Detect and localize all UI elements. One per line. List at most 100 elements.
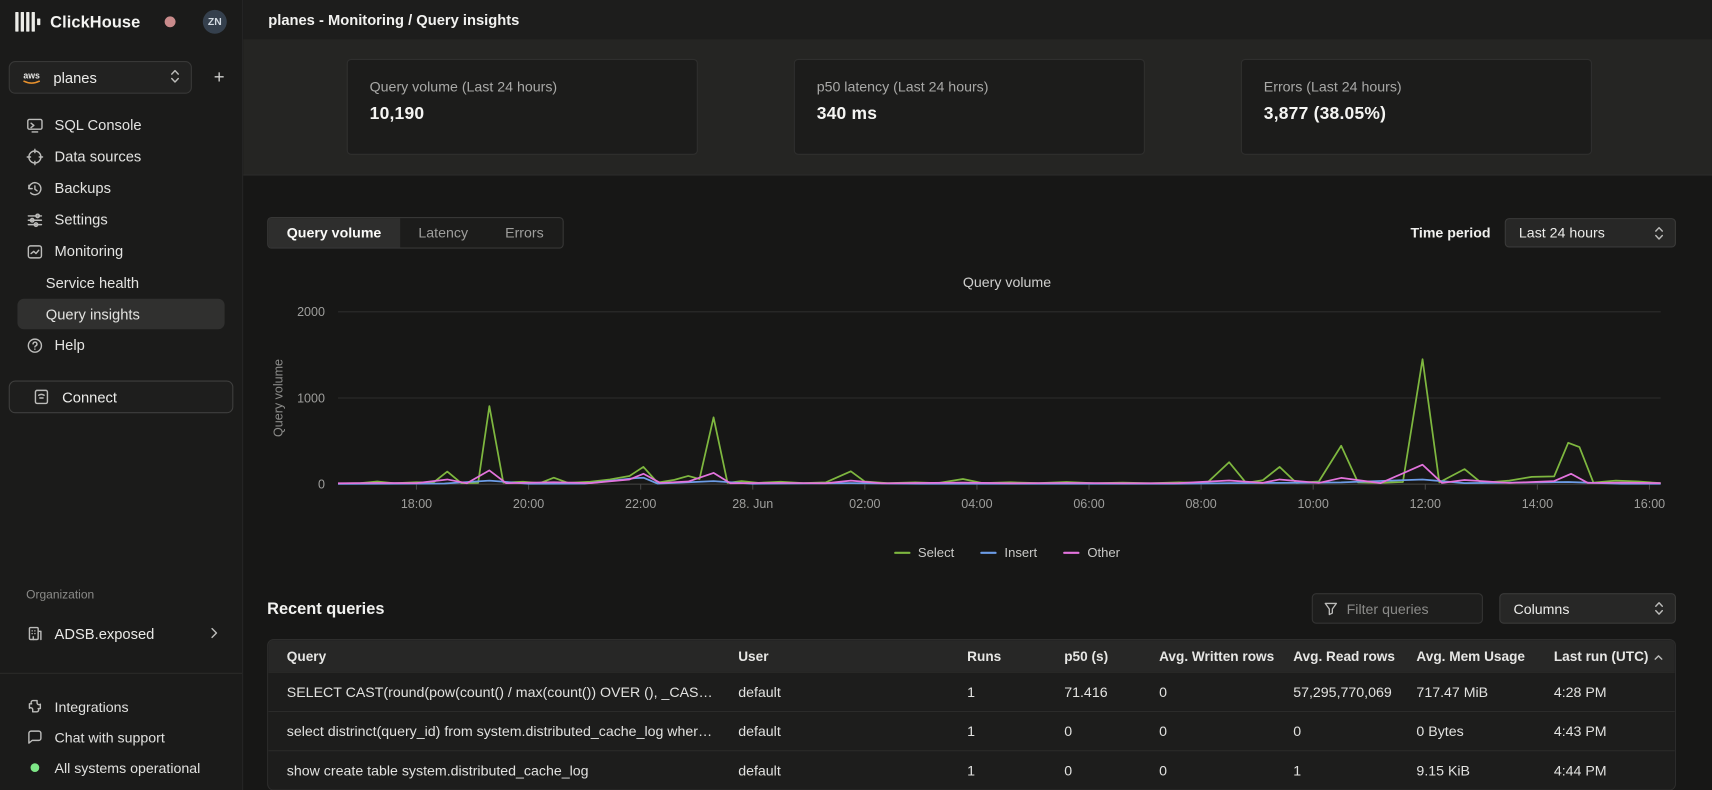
x-tick-label: 08:00 xyxy=(1185,497,1216,511)
topbar: planes - Monitoring / Query insights xyxy=(243,0,1712,39)
cell-last-run: 4:43 PM xyxy=(1535,723,1675,739)
help-icon xyxy=(26,336,43,353)
cell-avg-read-rows: 57,295,770,069 xyxy=(1275,684,1398,700)
chevron-updown-icon xyxy=(1643,601,1664,616)
footer-item-label: All systems operational xyxy=(55,759,201,775)
recent-queries-header: Recent queries Columns xyxy=(267,593,1676,624)
time-period-select[interactable]: Last 24 hours xyxy=(1505,218,1676,247)
filter-queries-input[interactable] xyxy=(1347,600,1471,616)
sidebar-item-label: Data sources xyxy=(55,148,142,164)
stat-label: Query volume (Last 24 hours) xyxy=(370,79,675,95)
chevron-updown-icon xyxy=(170,68,180,87)
organization-heading: Organization xyxy=(0,589,242,602)
sidebar-item-data-sources[interactable]: Data sources xyxy=(0,141,242,173)
sidebar-item-settings[interactable]: Settings xyxy=(0,204,242,236)
filter-queries-input-wrap[interactable] xyxy=(1312,593,1483,624)
x-tick-label: 06:00 xyxy=(1073,497,1104,511)
table-header-row: Query User Runs p50 (s) Avg. Written row… xyxy=(268,640,1675,672)
x-tick-label: 18:00 xyxy=(401,497,432,511)
stat-value: 10,190 xyxy=(370,105,675,125)
x-tick-label: 20:00 xyxy=(513,497,544,511)
sidebar-item-system-status[interactable]: All systems operational xyxy=(0,752,242,783)
sidebar-item-service-health[interactable]: Service health xyxy=(0,267,242,299)
recent-queries-title: Recent queries xyxy=(267,599,384,618)
y-tick-label: 1000 xyxy=(297,391,325,405)
organization-name: ADSB.exposed xyxy=(55,625,155,641)
sidebar-nav: SQL Console Data sources Backups Setting… xyxy=(0,109,242,361)
chart-controls-row: Query volume Latency Errors Time period … xyxy=(267,217,1676,249)
time-period-value: Last 24 hours xyxy=(1519,225,1605,241)
x-tick-label: 12:00 xyxy=(1410,497,1441,511)
time-period-control: Time period Last 24 hours xyxy=(1410,218,1675,247)
tab-errors[interactable]: Errors xyxy=(487,218,563,247)
avatar[interactable]: ZN xyxy=(203,10,227,34)
backups-icon xyxy=(26,179,43,196)
breadcrumb: planes - Monitoring / Query insights xyxy=(268,12,519,28)
connect-button[interactable]: Connect xyxy=(9,381,234,414)
console-icon xyxy=(26,116,43,133)
connect-label: Connect xyxy=(62,389,117,405)
legend-item-insert[interactable]: Insert xyxy=(980,545,1037,560)
clickhouse-logo-icon xyxy=(15,12,40,32)
legend-item-other[interactable]: Other xyxy=(1063,545,1120,560)
sidebar-footer: Integrations Chat with support All syste… xyxy=(0,673,242,783)
sidebar-item-integrations[interactable]: Integrations xyxy=(0,691,242,722)
cell-query: show create table system.distributed_cac… xyxy=(268,762,719,778)
stat-card-query-volume: Query volume (Last 24 hours) 10,190 xyxy=(347,59,698,155)
settings-sliders-icon xyxy=(26,211,43,228)
sidebar-item-help[interactable]: Help xyxy=(0,329,242,361)
cell-p50: 0 xyxy=(1046,723,1141,739)
cell-user: default xyxy=(720,762,949,778)
cell-avg-read-rows: 1 xyxy=(1275,762,1398,778)
cell-runs: 1 xyxy=(949,684,1046,700)
col-header-p50[interactable]: p50 (s) xyxy=(1046,648,1141,663)
cell-runs: 1 xyxy=(949,723,1046,739)
sidebar-item-label: Help xyxy=(55,337,85,353)
col-header-avg-written-rows[interactable]: Avg. Written rows xyxy=(1141,648,1275,663)
cell-user: default xyxy=(720,723,949,739)
chart-legend: Select Insert Other xyxy=(267,545,1676,560)
add-service-button[interactable]: + xyxy=(205,67,233,89)
service-selector[interactable]: aws planes xyxy=(9,61,192,94)
columns-select[interactable]: Columns xyxy=(1499,593,1676,624)
sidebar-item-backups[interactable]: Backups xyxy=(0,172,242,204)
sort-asc-icon xyxy=(1654,648,1663,663)
col-header-last-run-label: Last run (UTC) xyxy=(1554,648,1649,663)
x-tick-label: 16:00 xyxy=(1634,497,1665,511)
tab-query-volume[interactable]: Query volume xyxy=(268,218,400,247)
col-header-user[interactable]: User xyxy=(720,648,949,663)
table-row[interactable]: SELECT CAST(round(pow(count() / max(coun… xyxy=(268,672,1675,711)
chevron-updown-icon xyxy=(1643,225,1664,240)
stats-band: Query volume (Last 24 hours) 10,190 p50 … xyxy=(243,39,1712,175)
legend-swatch-insert xyxy=(980,552,996,554)
sidebar-item-monitoring[interactable]: Monitoring xyxy=(0,236,242,268)
sidebar-item-query-insights[interactable]: Query insights xyxy=(17,299,224,330)
col-header-avg-read-rows[interactable]: Avg. Read rows xyxy=(1275,648,1398,663)
stat-card-errors: Errors (Last 24 hours) 3,877 (38.05%) xyxy=(1241,59,1592,155)
cell-user: default xyxy=(720,684,949,700)
stat-value: 3,877 (38.05%) xyxy=(1264,105,1569,125)
footer-item-label: Integrations xyxy=(55,698,129,714)
x-tick-label: 04:00 xyxy=(961,497,992,511)
organization-section: Organization ADSB.exposed xyxy=(0,589,242,650)
x-tick-label: 10:00 xyxy=(1298,497,1329,511)
col-header-avg-mem-usage[interactable]: Avg. Mem Usage xyxy=(1398,648,1535,663)
y-axis-label: Query volume xyxy=(271,359,285,437)
chat-bubble-icon xyxy=(26,728,43,745)
svg-text:aws: aws xyxy=(23,71,40,81)
filter-funnel-icon xyxy=(1324,601,1338,615)
legend-item-select[interactable]: Select xyxy=(894,545,954,560)
tab-latency[interactable]: Latency xyxy=(400,218,487,247)
sidebar-item-sql-console[interactable]: SQL Console xyxy=(0,109,242,141)
col-header-runs[interactable]: Runs xyxy=(949,648,1046,663)
table-row[interactable]: select distrinct(query_id) from system.d… xyxy=(268,711,1675,750)
cell-p50: 0 xyxy=(1046,762,1141,778)
x-tick-label: 28. Jun xyxy=(732,497,773,511)
table-row[interactable]: show create table system.distributed_cac… xyxy=(268,750,1675,789)
sidebar-item-label: Backups xyxy=(55,180,111,196)
col-header-last-run[interactable]: Last run (UTC) xyxy=(1535,648,1675,663)
sidebar-item-chat-support[interactable]: Chat with support xyxy=(0,722,242,753)
data-sources-icon xyxy=(26,148,43,165)
organization-item[interactable]: ADSB.exposed xyxy=(0,617,242,650)
col-header-query[interactable]: Query xyxy=(268,648,719,663)
